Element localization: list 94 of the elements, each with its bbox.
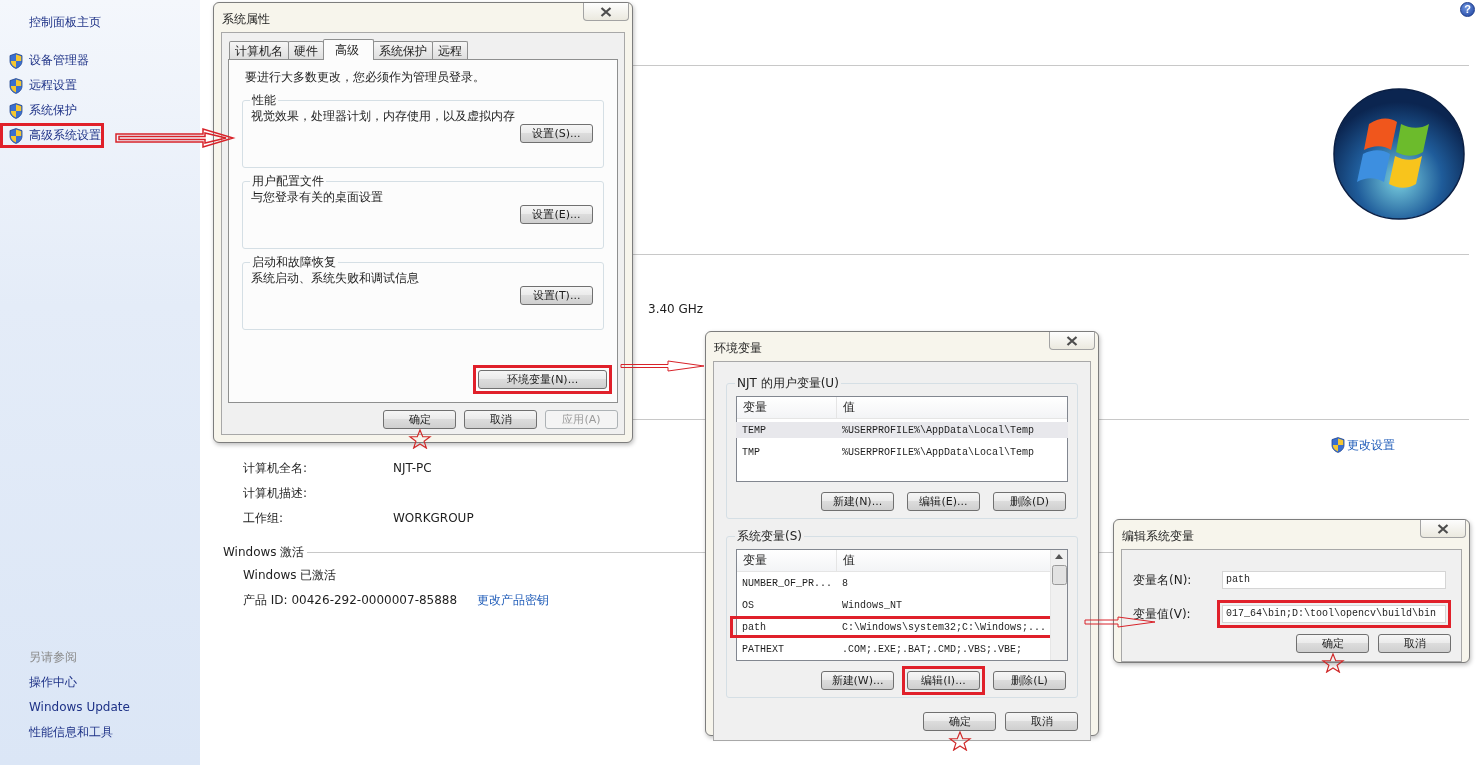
button[interactable]: 确定 <box>1296 634 1369 653</box>
group-description: 与您登录有关的桌面设置 <box>251 189 384 205</box>
sidebar-link[interactable]: 设备管理器 <box>3 51 89 70</box>
section-title: Windows 激活 <box>223 544 305 561</box>
list-row[interactable]: NUMBER_OF_PR... 8 <box>736 575 1051 591</box>
settings-link[interactable]: 更改设置 <box>1331 434 1395 456</box>
group-description: 系统启动、系统失败和调试信息 <box>251 270 420 286</box>
list-row[interactable]: TMP %USERPROFILE%\AppData\Local\Temp <box>736 444 1068 460</box>
table-cell-text: TMP <box>741 446 761 458</box>
shield-icon <box>9 102 23 119</box>
table-cell-text: OS <box>741 599 755 611</box>
section-title: 另请参阅 <box>29 649 78 666</box>
group-title: NJT 的用户变量(U) <box>736 376 840 390</box>
button[interactable]: 新建(W)... <box>821 671 894 690</box>
button[interactable]: 删除(L) <box>993 671 1066 690</box>
column-header[interactable]: 值 <box>837 550 855 571</box>
close-icon <box>1066 335 1078 346</box>
column-header[interactable]: 变量 <box>737 397 837 418</box>
button[interactable]: 设置(E)... <box>520 205 593 224</box>
list-row[interactable]: OS Windows_NT <box>736 597 1051 613</box>
button[interactable]: 编辑(I)... <box>907 671 980 690</box>
table-cell-text: TEMP <box>741 424 767 436</box>
input-field[interactable]: 017_64\bin;D:\tool\opencv\build\bin <box>1222 605 1446 623</box>
button[interactable]: 环境变量(N)... <box>478 370 607 389</box>
group-description: 视觉效果，处理器计划，内存使用，以及虚拟内存 <box>251 108 516 124</box>
group-title: 性能 <box>251 93 277 107</box>
change-key-link[interactable]: 更改产品密钥 <box>477 588 550 613</box>
table-cell-text: C:\Windows\system32;C:\Windows;... <box>841 621 1047 633</box>
info-label: 计算机描述: <box>243 485 309 502</box>
window-title: 编辑系统变量 <box>1121 528 1194 545</box>
info-label: 工作组: <box>243 510 285 527</box>
list-row[interactable]: path C:\Windows\system32;C:\Windows;... <box>736 619 1051 635</box>
group-title: 系统变量(S) <box>736 529 803 543</box>
close-icon <box>1437 523 1449 534</box>
table-cell-text: path <box>741 621 767 633</box>
info-value: WORKGROUP <box>393 510 474 527</box>
column-header[interactable]: 变量 <box>737 550 837 571</box>
sidebar-link[interactable]: 远程设置 <box>3 76 77 95</box>
button[interactable]: 删除(D) <box>993 492 1066 511</box>
up-arrow-icon <box>1055 554 1063 559</box>
info-value: NJT-PC <box>393 460 432 477</box>
button[interactable]: 确定 <box>923 712 996 731</box>
list-row[interactable]: PATHEXT .COM;.EXE;.BAT;.CMD;.VBS;.VBE; <box>736 641 1051 657</box>
scroll-thumb <box>1051 565 1067 585</box>
table-cell-text: NUMBER_OF_PR... <box>741 577 833 589</box>
sidebar-link[interactable]: 性能信息和工具 <box>29 720 113 745</box>
window-title: 系统属性 <box>221 11 270 28</box>
table-cell-text: %USERPROFILE%\AppData\Local\Temp <box>841 446 1035 458</box>
table-cell-text: .COM;.EXE;.BAT;.CMD;.VBS;.VBE; <box>841 643 1023 655</box>
table-cell-text: Windows_NT <box>841 599 902 611</box>
button[interactable]: 设置(T)... <box>520 286 593 305</box>
input-field[interactable]: path <box>1222 571 1446 589</box>
info-value: 3.40 GHz <box>648 302 704 316</box>
scrollbar[interactable] <box>1050 550 1067 660</box>
info-label: 计算机全名: <box>243 460 309 477</box>
sidebar-link[interactable]: 操作中心 <box>29 670 77 695</box>
button[interactable]: 编辑(E)... <box>907 492 980 511</box>
close-button[interactable] <box>1420 520 1466 538</box>
tab[interactable]: 硬件 <box>288 41 324 59</box>
sidebar-link[interactable]: 控制面板主页 <box>29 13 101 31</box>
tab[interactable]: 远程 <box>432 41 468 59</box>
group-title: 启动和故障恢复 <box>251 255 337 269</box>
list-row[interactable]: TEMP %USERPROFILE%\AppData\Local\Temp <box>736 422 1068 438</box>
close-icon <box>600 6 612 17</box>
shield-icon <box>9 77 23 94</box>
button[interactable]: 设置(S)... <box>520 124 593 143</box>
shield-icon <box>9 52 23 69</box>
status-text: Windows 已激活 <box>243 567 337 584</box>
button[interactable]: 确定 <box>383 410 456 429</box>
table-cell-text: PATHEXT <box>741 643 785 655</box>
column-header[interactable]: 值 <box>837 397 855 418</box>
field-label: 变量名(N): <box>1132 571 1193 589</box>
button[interactable]: 新建(N)... <box>821 492 894 511</box>
field-label: 变量值(V): <box>1132 605 1192 623</box>
tab[interactable]: 高级 <box>323 39 374 60</box>
button[interactable]: 取消 <box>464 410 537 429</box>
button[interactable]: 取消 <box>1378 634 1451 653</box>
help-button[interactable]: ? <box>1460 2 1475 17</box>
close-button[interactable] <box>583 3 629 21</box>
group-title: 用户配置文件 <box>251 174 325 188</box>
tab[interactable]: 系统保护 <box>373 41 433 59</box>
shield-icon <box>9 127 23 144</box>
table-cell-text: 8 <box>841 577 848 589</box>
product-id: 产品 ID: 00426-292-0000007-85888 <box>243 592 458 609</box>
button[interactable]: 取消 <box>1005 712 1078 731</box>
shield-icon <box>1331 437 1345 453</box>
close-button[interactable] <box>1049 332 1095 350</box>
table-cell-text: %USERPROFILE%\AppData\Local\Temp <box>841 424 1035 436</box>
sidebar-link[interactable]: 系统保护 <box>3 101 77 120</box>
note-text: 要进行大多数更改，您必须作为管理员登录。 <box>245 69 486 85</box>
window-title: 环境变量 <box>713 340 762 357</box>
sidebar-link[interactable]: 高级系统设置 <box>3 126 101 145</box>
tab[interactable]: 计算机名 <box>229 41 289 59</box>
sidebar-link[interactable]: Windows Update <box>29 695 130 720</box>
